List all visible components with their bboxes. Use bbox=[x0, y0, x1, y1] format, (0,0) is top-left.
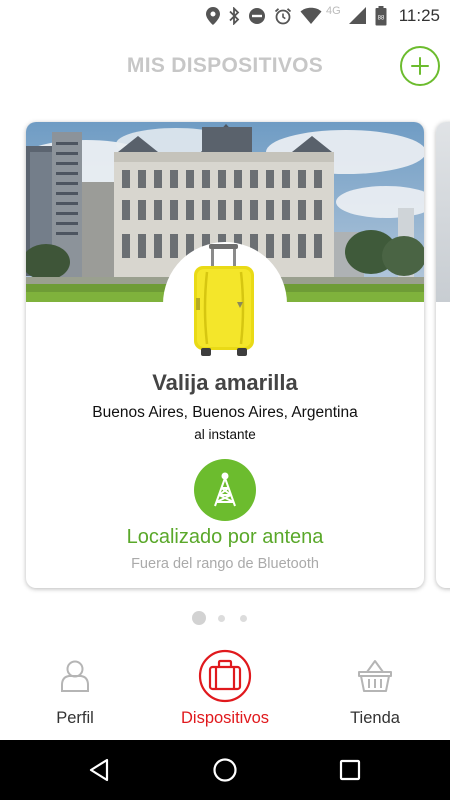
bluetooth-icon bbox=[229, 7, 240, 25]
carousel-pager bbox=[0, 611, 450, 625]
back-button[interactable] bbox=[85, 755, 115, 785]
tab-devices[interactable]: Dispositivos bbox=[150, 645, 300, 740]
signal-icon bbox=[348, 7, 366, 24]
page-title: MIS DISPOSITIVOS bbox=[126, 54, 324, 77]
app-header: MIS DISPOSITIVOS bbox=[0, 32, 450, 102]
suitcase-icon bbox=[198, 649, 252, 703]
tab-label: Perfil bbox=[56, 709, 94, 727]
status-icons: 4G 88 11:25 bbox=[206, 4, 440, 28]
tab-label: Tienda bbox=[350, 709, 400, 727]
home-button[interactable] bbox=[210, 755, 240, 785]
alarm-icon bbox=[274, 8, 292, 25]
recents-icon bbox=[339, 759, 361, 781]
locate-method-badge bbox=[194, 459, 256, 521]
device-location: Buenos Aires, Buenos Aires, Argentina bbox=[92, 404, 358, 421]
back-icon bbox=[89, 758, 109, 782]
do-not-disturb-icon bbox=[249, 8, 266, 24]
add-device-button[interactable] bbox=[400, 46, 440, 86]
status-bar: 4G 88 11:25 bbox=[0, 0, 450, 32]
pager-dot-active[interactable] bbox=[192, 611, 206, 625]
last-seen-time: al instante bbox=[194, 427, 256, 442]
suitcase-photo bbox=[194, 244, 254, 356]
clock: 11:25 bbox=[398, 6, 440, 25]
device-carousel[interactable]: Valija amarilla Buenos Aires, Buenos Air… bbox=[0, 110, 450, 600]
bluetooth-status: Fuera del rango de Bluetooth bbox=[131, 556, 319, 572]
device-name: Valija amarilla bbox=[152, 370, 298, 395]
locate-status: Localizado por antena bbox=[126, 526, 324, 548]
basket-icon bbox=[358, 660, 392, 692]
recents-button[interactable] bbox=[335, 755, 365, 785]
next-card-cover bbox=[436, 122, 450, 302]
home-icon bbox=[213, 758, 237, 782]
system-nav-bar bbox=[0, 740, 450, 800]
battery-icon: 88 bbox=[375, 6, 387, 26]
user-icon bbox=[61, 660, 89, 692]
pager-dot[interactable] bbox=[218, 615, 225, 622]
device-avatar bbox=[163, 242, 287, 366]
next-device-card[interactable] bbox=[436, 122, 450, 588]
bottom-tab-bar: Perfil Dispositivos Tienda bbox=[0, 645, 450, 740]
tab-profile[interactable]: Perfil bbox=[0, 645, 150, 740]
location-icon bbox=[206, 7, 221, 25]
svg-text:88: 88 bbox=[377, 16, 384, 22]
antenna-icon bbox=[214, 472, 236, 507]
wifi-icon bbox=[300, 7, 322, 25]
tab-store[interactable]: Tienda bbox=[300, 645, 450, 740]
device-card[interactable]: Valija amarilla Buenos Aires, Buenos Air… bbox=[26, 122, 424, 588]
tab-label: Dispositivos bbox=[180, 709, 270, 727]
pager-dot[interactable] bbox=[240, 615, 247, 622]
network-type: 4G bbox=[326, 5, 341, 17]
